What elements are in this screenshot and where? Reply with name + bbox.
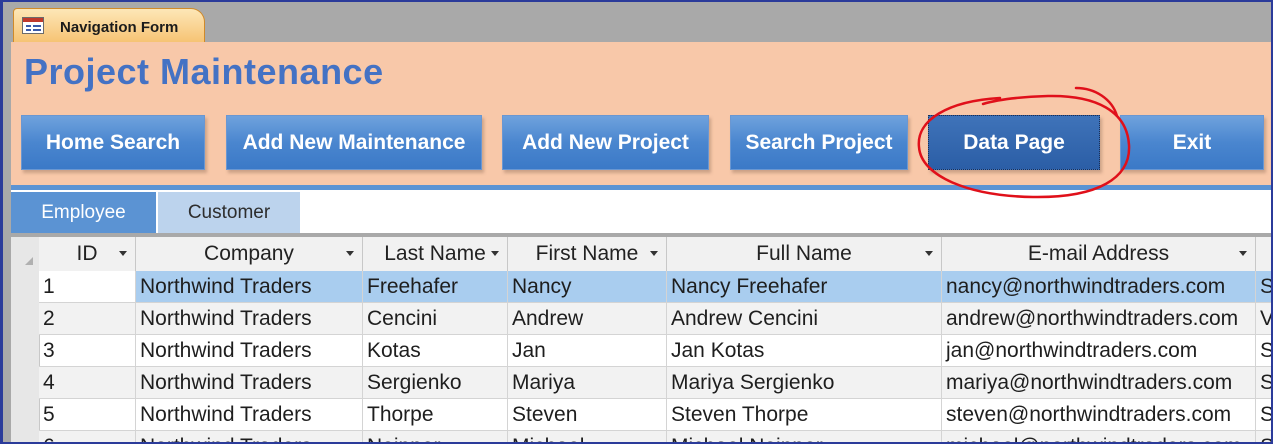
table-row[interactable]: 3 Northwind Traders Kotas Jan Jan Kotas … [39, 335, 1271, 367]
dropdown-arrow-icon[interactable] [925, 251, 933, 256]
column-header-email[interactable]: E-mail Address [942, 237, 1256, 271]
cell-full-name[interactable]: Steven Thorpe [667, 399, 942, 431]
cell-last-name[interactable]: Thorpe [363, 399, 508, 431]
dropdown-arrow-icon[interactable] [119, 251, 127, 256]
cell-full-name[interactable]: Nancy Freehafer [667, 271, 942, 303]
cell-email[interactable]: nancy@northwindtraders.com [942, 271, 1256, 303]
access-window: Navigation Form Project Maintenance Home… [0, 0, 1273, 444]
dropdown-arrow-icon[interactable] [650, 251, 658, 256]
cell-id[interactable]: 1 [39, 271, 136, 303]
column-header-label: Last Name [384, 242, 486, 265]
cell-id[interactable]: 3 [39, 335, 136, 367]
cell-company[interactable]: Northwind Traders [136, 303, 363, 335]
cell-company[interactable]: Northwind Traders [136, 399, 363, 431]
cell-first-name[interactable]: Mariya [508, 367, 667, 399]
column-header-label: Full Name [756, 242, 852, 265]
cell-company[interactable]: Northwind Traders [136, 431, 363, 442]
cell-last-name[interactable]: Cencini [363, 303, 508, 335]
cell-first-name[interactable]: Michael [508, 431, 667, 442]
cell-next-column[interactable]: Sa [1256, 399, 1271, 431]
table-row[interactable]: 4 Northwind Traders Sergienko Mariya Mar… [39, 367, 1271, 399]
cell-last-name[interactable]: Sergienko [363, 367, 508, 399]
cell-next-column[interactable]: Sa [1256, 335, 1271, 367]
cell-next-column[interactable]: Sa [1256, 271, 1271, 303]
page-title: Project Maintenance [24, 51, 384, 92]
tab-employee[interactable]: Employee [11, 192, 156, 233]
form-icon [22, 17, 44, 34]
column-header-label: First Name [535, 242, 639, 265]
cell-first-name[interactable]: Steven [508, 399, 667, 431]
cell-full-name[interactable]: Michael Neipper [667, 431, 942, 442]
table-row[interactable]: 6 Northwind Traders Neipper Michael Mich… [39, 431, 1271, 442]
cell-id[interactable]: 6 [39, 431, 136, 442]
cell-company[interactable]: Northwind Traders [136, 335, 363, 367]
cell-email[interactable]: michael@northwindtraders.com [942, 431, 1256, 442]
search-project-button[interactable]: Search Project [730, 115, 908, 170]
cell-email[interactable]: mariya@northwindtraders.com [942, 367, 1256, 399]
home-search-button[interactable]: Home Search [21, 115, 205, 170]
cell-email[interactable]: steven@northwindtraders.com [942, 399, 1256, 431]
exit-button[interactable]: Exit [1120, 115, 1264, 170]
cell-first-name[interactable]: Nancy [508, 271, 667, 303]
cell-first-name[interactable]: Andrew [508, 303, 667, 335]
column-header-row: ID Company Last Name First Name Full Nam… [39, 237, 1271, 272]
cell-email[interactable]: jan@northwindtraders.com [942, 335, 1256, 367]
cell-id[interactable]: 5 [39, 399, 136, 431]
column-header-label: ID [76, 242, 98, 265]
dropdown-arrow-icon[interactable] [491, 251, 499, 256]
cell-next-column[interactable]: Sa [1256, 431, 1271, 442]
column-header-label: Company [204, 242, 294, 265]
employee-datasheet: ID Company Last Name First Name Full Nam… [11, 237, 1271, 442]
table-row[interactable]: 5 Northwind Traders Thorpe Steven Steven… [39, 399, 1271, 431]
select-all-corner-icon[interactable] [25, 257, 33, 265]
column-header-label: E-mail Address [1027, 242, 1170, 265]
dropdown-arrow-icon[interactable] [1239, 251, 1247, 256]
cell-last-name[interactable]: Neipper [363, 431, 508, 442]
cell-next-column[interactable]: Vi [1256, 303, 1271, 335]
cell-full-name[interactable]: Andrew Cencini [667, 303, 942, 335]
subform-tab-bar: Employee Customer [11, 185, 1271, 233]
column-header-company[interactable]: Company [136, 237, 363, 271]
document-tab-label: Navigation Form [60, 19, 179, 36]
cell-full-name[interactable]: Jan Kotas [667, 335, 942, 367]
document-tab-strip: Navigation Form [11, 6, 1271, 44]
cell-email[interactable]: andrew@northwindtraders.com [942, 303, 1256, 335]
cell-company[interactable]: Northwind Traders [136, 271, 363, 303]
record-selector-column[interactable] [11, 237, 40, 442]
cell-next-column[interactable]: Sa [1256, 367, 1271, 399]
column-header-full-name[interactable]: Full Name [667, 237, 942, 271]
table-row[interactable]: 1 Northwind Traders Freehafer Nancy Nanc… [39, 271, 1271, 303]
cell-full-name[interactable]: Mariya Sergienko [667, 367, 942, 399]
cell-first-name[interactable]: Jan [508, 335, 667, 367]
data-page-button[interactable]: Data Page [928, 115, 1100, 170]
cell-id[interactable]: 2 [39, 303, 136, 335]
cell-last-name[interactable]: Kotas [363, 335, 508, 367]
document-tab-navigation-form[interactable]: Navigation Form [13, 8, 205, 44]
add-new-project-button[interactable]: Add New Project [502, 115, 709, 170]
column-header-last-name[interactable]: Last Name [363, 237, 508, 271]
table-row[interactable]: 2 Northwind Traders Cencini Andrew Andre… [39, 303, 1271, 335]
dropdown-arrow-icon[interactable] [346, 251, 354, 256]
navigation-form-header: Project Maintenance Home Search Add New … [11, 42, 1271, 192]
cell-id[interactable]: 4 [39, 367, 136, 399]
column-header-id[interactable]: ID [39, 237, 136, 271]
cell-company[interactable]: Northwind Traders [136, 367, 363, 399]
tab-customer[interactable]: Customer [158, 192, 300, 233]
cell-last-name[interactable]: Freehafer [363, 271, 508, 303]
add-new-maintenance-button[interactable]: Add New Maintenance [226, 115, 482, 170]
column-header-first-name[interactable]: First Name [508, 237, 667, 271]
